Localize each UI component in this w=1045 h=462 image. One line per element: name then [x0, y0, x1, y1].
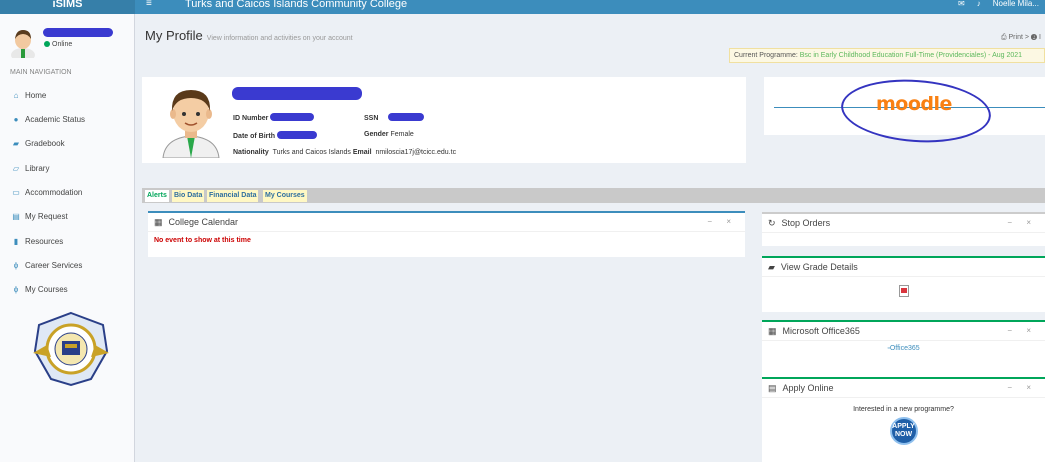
- stop-orders-header: ↻ Stop Orders − ×: [762, 214, 1045, 233]
- box-tools[interactable]: − ×: [1007, 383, 1037, 392]
- office365-box: ▦ Microsoft Office365 − × ▫Office365: [762, 320, 1045, 378]
- profile-name-redacted: [232, 87, 362, 100]
- office365-header: ▦ Microsoft Office365 − ×: [762, 322, 1045, 341]
- sidebar-item-gradebook[interactable]: ▰ Gradebook: [12, 139, 65, 148]
- username-redacted: [43, 28, 113, 37]
- stop-orders-box: ↻ Stop Orders − ×: [762, 212, 1045, 246]
- print-links: ⎙ Print > ❷ I: [1000, 34, 1041, 41]
- college-calendar-box: ▦ College Calendar − × No event to show …: [148, 211, 745, 257]
- user-menu[interactable]: Noelle Mila...: [993, 0, 1039, 8]
- profile-avatar: [162, 90, 220, 158]
- user-panel: Online: [10, 28, 130, 68]
- box-tools[interactable]: − ×: [707, 217, 737, 226]
- page-title: My Profile View information and activitie…: [145, 28, 353, 43]
- office365-image-link[interactable]: ▫Office365: [762, 341, 1045, 352]
- app-logo[interactable]: iSIMS: [0, 0, 135, 14]
- apply-now-button[interactable]: APPLY NOW: [889, 417, 918, 445]
- sidebar-item-accommodation[interactable]: ▭ Accommodation: [12, 188, 82, 197]
- sidebar-toggle-button[interactable]: ≡: [146, 0, 152, 9]
- print-button[interactable]: ⎙ Print: [1001, 34, 1023, 41]
- grade-details-box: ▰ View Grade Details: [762, 256, 1045, 312]
- ssn-redacted: [388, 113, 425, 121]
- annotation-circle: [839, 74, 993, 148]
- bed-icon: ▭: [12, 188, 20, 197]
- tab-my-courses[interactable]: My Courses: [263, 190, 307, 202]
- windows-icon: ▦: [768, 325, 777, 336]
- tab-bio-data[interactable]: Bio Data: [172, 190, 205, 202]
- moodle-card[interactable]: moodle: [764, 74, 1045, 148]
- sidebar: Online MAIN NAVIGATION ⌂ Home ● Academic S…: [0, 14, 135, 462]
- top-right-menu: ✉ ♪ Noelle Mila...: [958, 0, 1039, 8]
- apply-online-box: ▤ Apply Online − × Interested in a new p…: [762, 377, 1045, 462]
- box-tools[interactable]: − ×: [1007, 218, 1037, 227]
- ssn-field: SSN: [364, 113, 425, 122]
- tab-alerts[interactable]: Alerts: [145, 190, 169, 202]
- tab-financial-data[interactable]: Financial Data: [207, 190, 259, 202]
- dob-field: Date of Birth: [233, 131, 317, 140]
- no-event-message: No event to show at this time: [154, 237, 251, 244]
- book-icon: ▱: [12, 164, 20, 173]
- info-icon: ●: [13, 115, 19, 124]
- help-button[interactable]: ❷ I: [1031, 34, 1041, 41]
- sidebar-item-my-request[interactable]: ▤ My Request: [12, 212, 67, 221]
- refresh-icon: ↻: [768, 217, 776, 228]
- sidebar-item-career-services[interactable]: ϕ Career Services: [12, 261, 83, 270]
- nav-header: MAIN NAVIGATION: [10, 69, 72, 76]
- dob-redacted: [276, 131, 317, 139]
- bell-icon[interactable]: ♪: [977, 0, 981, 8]
- document-icon: ▤: [768, 382, 777, 393]
- pin-icon: ϕ: [13, 261, 19, 270]
- box-tools[interactable]: − ×: [1007, 326, 1037, 335]
- envelope-icon[interactable]: ✉: [958, 0, 965, 8]
- online-status: Online: [44, 41, 72, 48]
- apply-online-header: ▤ Apply Online − ×: [762, 379, 1045, 398]
- gender-field: Gender Female: [364, 131, 414, 138]
- sidebar-item-my-courses[interactable]: ϕ My Courses: [12, 285, 68, 294]
- page-subtitle: View information and activities on your …: [206, 35, 353, 42]
- calendar-icon: ▦: [154, 216, 163, 227]
- profile-card: ID Number SSN Date of Birth Gender Femal…: [142, 77, 746, 163]
- top-navbar: iSIMS ≡ Turks and Caicos Islands Communi…: [0, 0, 1045, 14]
- apply-online-text: Interested in a new programme?: [853, 406, 954, 413]
- graduation-cap-icon: ▰: [12, 139, 20, 148]
- sidebar-item-library[interactable]: ▱ Library: [12, 164, 50, 173]
- calendar-header: ▦ College Calendar − ×: [148, 213, 745, 232]
- sidebar-item-academic-status[interactable]: ● Academic Status: [12, 115, 85, 124]
- id-number-redacted: [270, 113, 315, 121]
- grade-details-header: ▰ View Grade Details: [762, 258, 1045, 277]
- nationality-field: Nationality Turks and Caicos Islands Ema…: [233, 149, 457, 156]
- tabs-bar: Alerts Bio Data Financial Data My Course…: [142, 188, 1045, 203]
- school-name: Turks and Caicos Islands Community Colle…: [185, 0, 408, 10]
- current-programme-banner: Current Programme: Bsc in Early Childhoo…: [729, 48, 1045, 63]
- file-icon: ▮: [13, 237, 19, 246]
- programme-value[interactable]: Bsc in Early Childhood Education Full-Ti…: [800, 52, 1022, 59]
- id-number-field: ID Number: [233, 113, 315, 122]
- status-dot-icon: [44, 41, 50, 47]
- main-content: My Profile View information and activitie…: [135, 14, 1045, 462]
- home-icon: ⌂: [13, 91, 19, 100]
- sidebar-item-home[interactable]: ⌂ Home: [12, 91, 47, 100]
- pin-icon: ϕ: [13, 285, 19, 294]
- sidebar-item-resources[interactable]: ▮ Resources: [12, 237, 63, 246]
- inbox-icon: ▤: [12, 212, 20, 221]
- college-crest-logo: [33, 311, 109, 387]
- email-value[interactable]: nmiloscia17j@tcicc.edu.tc: [375, 149, 456, 156]
- user-avatar: [11, 30, 35, 58]
- graduation-cap-icon: ▰: [768, 261, 775, 272]
- pdf-icon[interactable]: [898, 285, 909, 297]
